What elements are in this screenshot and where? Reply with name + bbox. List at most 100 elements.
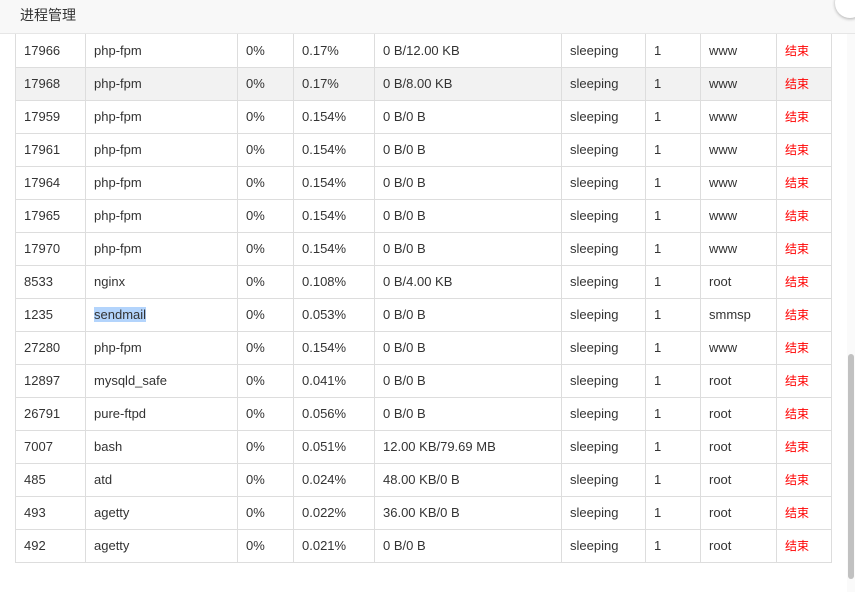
process-pid: 27280: [24, 340, 61, 355]
process-pid: 8533: [24, 274, 53, 289]
process-pid: 17970: [24, 241, 61, 256]
process-status-cell: sleeping: [561, 66, 646, 101]
process-user-cell: root: [700, 495, 777, 530]
process-io: 0 B/0 B: [383, 307, 426, 322]
kill-process-link[interactable]: 结束: [785, 242, 809, 256]
kill-cell: 结束: [776, 264, 832, 299]
process-user-cell: www: [700, 66, 777, 101]
process-cpu: 0%: [246, 241, 265, 256]
process-io: 0 B/12.00 KB: [383, 42, 460, 58]
kill-process-link[interactable]: 结束: [785, 275, 809, 289]
process-memory: 0.17%: [302, 76, 339, 91]
process-user-cell: www: [700, 198, 777, 233]
process-threads: 1: [654, 472, 662, 487]
process-threads: 1: [654, 373, 662, 388]
process-row: 17968 php-fpm 0% 0.17% 0 B/8.00 KB sleeping 1 w…: [15, 66, 832, 101]
scrollbar-thumb[interactable]: [848, 354, 854, 579]
process-user-cell: root: [700, 528, 777, 563]
process-name-cell: php-fpm: [85, 66, 238, 101]
process-memory: 0.051%: [302, 439, 347, 454]
kill-cell: 结束: [776, 495, 832, 530]
process-cpu: 0%: [246, 109, 265, 124]
process-io: 0 B/0 B: [383, 208, 426, 223]
process-row: 26791 pure-ftpd 0% 0.056% 0 B/0 B sleeping 1 ro…: [15, 396, 832, 431]
process-user-cell: www: [700, 330, 777, 365]
process-cpu-cell: 0%: [237, 165, 294, 200]
process-threads: 1: [654, 109, 662, 124]
kill-process-link[interactable]: 结束: [785, 440, 809, 454]
process-io: 0 B/0 B: [383, 241, 426, 256]
process-name: agetty: [94, 538, 130, 553]
process-user: root: [709, 373, 732, 388]
process-threads-cell: 1: [645, 363, 701, 398]
process-io: 36.00 KB/0 B: [383, 505, 460, 520]
process-cpu-cell: 0%: [237, 330, 294, 365]
kill-process-link[interactable]: 结束: [785, 308, 809, 322]
process-pid-cell: 1235: [15, 297, 86, 332]
process-memory-cell: 0.154%: [293, 132, 375, 167]
kill-process-link[interactable]: 结束: [785, 77, 809, 91]
process-row: 7007 bash 0% 0.051% 12.00 KB/79.69 MB sleepin…: [15, 429, 832, 464]
process-user-cell: root: [700, 429, 777, 464]
process-threads-cell: 1: [645, 330, 701, 365]
process-threads-cell: 1: [645, 462, 701, 497]
process-cpu: 0%: [246, 538, 265, 553]
kill-process-link[interactable]: 结束: [785, 473, 809, 487]
kill-process-link[interactable]: 结束: [785, 374, 809, 388]
process-threads-cell: 1: [645, 396, 701, 431]
process-row: 17959 php-fpm 0% 0.154% 0 B/0 B sleeping 1 www 结…: [15, 99, 832, 134]
process-status: sleeping: [570, 373, 619, 388]
process-name-cell: php-fpm: [85, 34, 238, 68]
process-threads: 1: [654, 142, 662, 157]
kill-process-link[interactable]: 结束: [785, 539, 809, 553]
kill-process-link[interactable]: 结束: [785, 143, 809, 157]
process-memory: 0.024%: [302, 472, 347, 487]
process-pid: 12897: [24, 373, 61, 388]
process-status: sleeping: [570, 142, 619, 157]
process-io: 0 B/0 B: [383, 340, 426, 355]
process-user: www: [709, 208, 738, 223]
process-name-cell: php-fpm: [85, 198, 238, 233]
process-status: sleeping: [570, 274, 619, 289]
process-pid-cell: 12897: [15, 363, 86, 398]
process-memory-cell: 0.056%: [293, 396, 375, 431]
process-user: smmsp: [709, 307, 751, 322]
process-name: atd: [94, 472, 113, 487]
kill-process-link[interactable]: 结束: [785, 209, 809, 223]
process-memory: 0.154%: [302, 175, 347, 190]
process-threads-cell: 1: [645, 99, 701, 134]
process-io-cell: 0 B/0 B: [374, 396, 562, 431]
process-io-cell: 36.00 KB/0 B: [374, 495, 562, 530]
process-status-cell: sleeping: [561, 528, 646, 563]
process-status: sleeping: [570, 505, 619, 520]
process-memory-cell: 0.154%: [293, 99, 375, 134]
kill-process-link[interactable]: 结束: [785, 176, 809, 190]
kill-process-link[interactable]: 结束: [785, 506, 809, 520]
process-cpu-cell: 0%: [237, 429, 294, 464]
process-threads-cell: 1: [645, 495, 701, 530]
process-status-cell: sleeping: [561, 264, 646, 299]
process-table-body: 17966 php-fpm 0% 0.17% 0 B/12.00 KB sleeping 1…: [15, 34, 832, 563]
process-threads: 1: [654, 175, 662, 190]
kill-process-link[interactable]: 结束: [785, 110, 809, 124]
kill-process-link[interactable]: 结束: [785, 44, 809, 58]
kill-process-link[interactable]: 结束: [785, 341, 809, 355]
process-name-cell: php-fpm: [85, 231, 238, 266]
process-memory: 0.022%: [302, 505, 347, 520]
process-cpu: 0%: [246, 340, 265, 355]
kill-cell: 结束: [776, 297, 832, 332]
process-threads-cell: 1: [645, 264, 701, 299]
process-cpu-cell: 0%: [237, 231, 294, 266]
process-status-cell: sleeping: [561, 495, 646, 530]
kill-cell: 结束: [776, 99, 832, 134]
vertical-scrollbar[interactable]: [847, 34, 855, 592]
process-name-cell: bash: [85, 429, 238, 464]
process-status-cell: sleeping: [561, 429, 646, 464]
process-memory: 0.154%: [302, 241, 347, 256]
process-pid-cell: 492: [15, 528, 86, 563]
process-user: www: [709, 340, 738, 355]
process-pid: 17959: [24, 109, 61, 124]
process-io: 12.00 KB/79.69 MB: [383, 439, 496, 454]
kill-process-link[interactable]: 结束: [785, 407, 809, 421]
process-cpu: 0%: [246, 505, 265, 520]
